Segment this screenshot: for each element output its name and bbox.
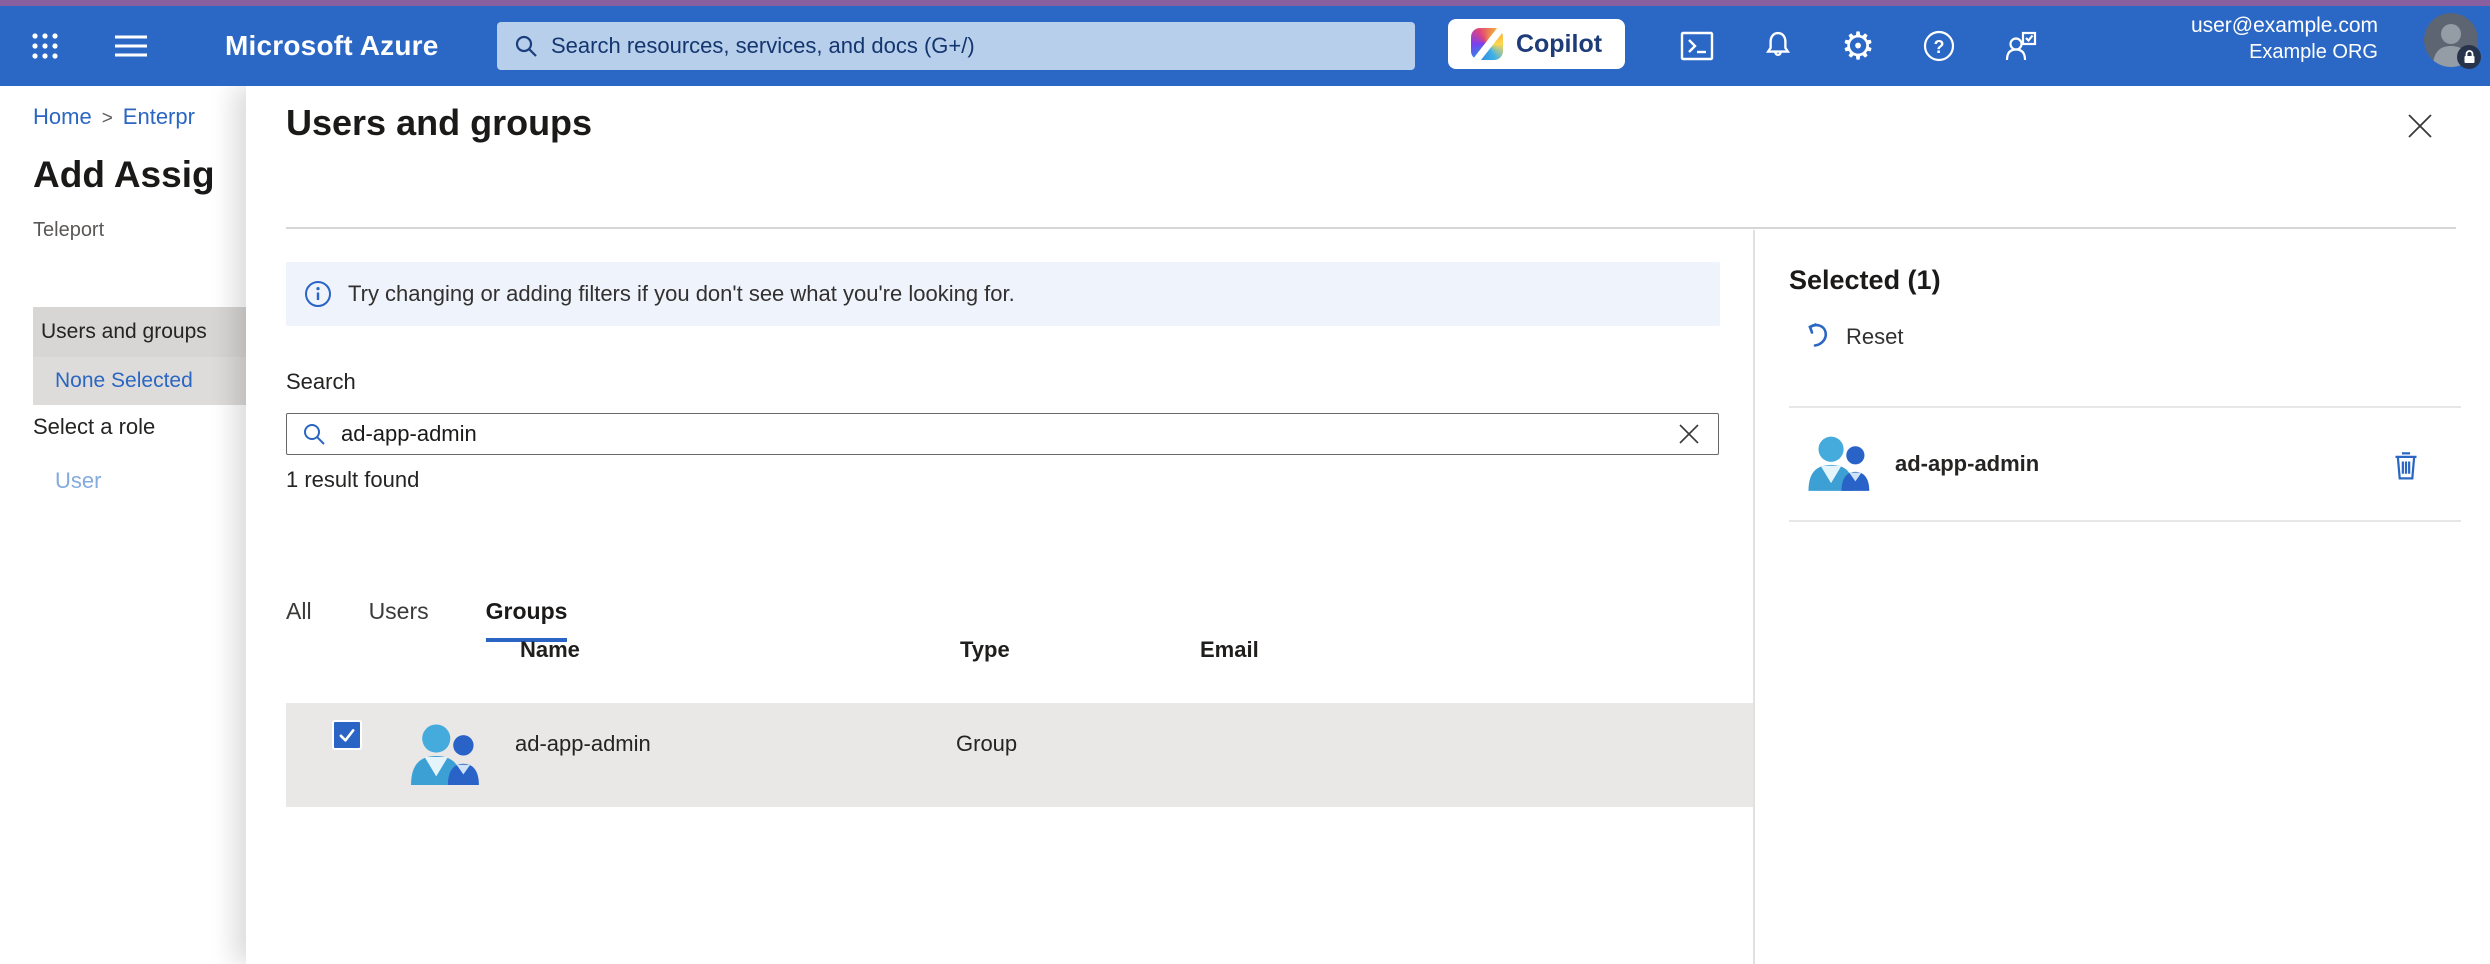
info-banner: Try changing or adding filters if you do… xyxy=(286,262,1720,326)
lock-icon xyxy=(2457,45,2481,69)
result-count: 1 result found xyxy=(286,467,419,493)
users-groups-selected-link[interactable]: None Selected xyxy=(33,357,246,405)
column-header-type: Type xyxy=(960,637,1010,663)
row-name: ad-app-admin xyxy=(515,731,651,757)
column-header-email: Email xyxy=(1200,637,1259,663)
chevron-right-icon: > xyxy=(102,108,113,129)
divider xyxy=(1789,520,2461,522)
reset-button[interactable]: Reset xyxy=(1803,322,1903,352)
trash-icon[interactable] xyxy=(2389,446,2423,484)
users-groups-section: Users and groups None Selected xyxy=(33,307,246,405)
feedback-icon[interactable] xyxy=(1998,23,2044,69)
page-title: Add Assig xyxy=(33,154,245,196)
search-label: Search xyxy=(286,369,356,395)
column-header-name: Name xyxy=(520,637,580,663)
settings-icon[interactable]: ⚙ xyxy=(1835,23,1881,69)
info-message: Try changing or adding filters if you do… xyxy=(348,281,1015,307)
global-search[interactable] xyxy=(497,22,1415,70)
reset-label: Reset xyxy=(1846,324,1903,350)
divider xyxy=(1753,230,1755,964)
copilot-label: Copilot xyxy=(1516,30,1602,59)
users-groups-label: Users and groups xyxy=(33,307,246,357)
tab-all[interactable]: All xyxy=(286,598,312,642)
svg-text:?: ? xyxy=(1934,37,1945,57)
copilot-button[interactable]: Copilot xyxy=(1448,19,1625,69)
info-icon xyxy=(304,280,332,308)
waffle-icon[interactable] xyxy=(22,23,68,69)
tab-users[interactable]: Users xyxy=(369,598,429,642)
clear-icon[interactable] xyxy=(1674,419,1704,449)
avatar[interactable] xyxy=(2424,13,2478,67)
selected-count-title: Selected (1) xyxy=(1789,265,1941,296)
group-icon xyxy=(407,723,481,787)
copilot-icon xyxy=(1471,28,1503,60)
panel-search-field[interactable] xyxy=(286,413,1719,455)
close-icon[interactable] xyxy=(2400,106,2440,146)
selected-item-name: ad-app-admin xyxy=(1895,451,2039,477)
account-info[interactable]: user@example.com Example ORG xyxy=(2191,12,2378,66)
selected-item: ad-app-admin xyxy=(1789,408,2461,520)
user-email: user@example.com xyxy=(2191,12,2378,39)
breadcrumb-home-link[interactable]: Home xyxy=(33,104,92,129)
hamburger-icon[interactable] xyxy=(108,23,154,69)
panel-title: Users and groups xyxy=(286,102,592,144)
breadcrumb: Home > Enterpr xyxy=(33,104,245,130)
background-page: Home > Enterpr Add Assig Teleport Users an… xyxy=(0,86,246,964)
divider xyxy=(286,227,2456,229)
group-icon xyxy=(1805,435,1871,493)
tab-groups[interactable]: Groups xyxy=(486,598,568,642)
select-role-label: Select a role xyxy=(33,414,155,440)
search-icon xyxy=(513,33,539,59)
help-icon[interactable]: ? xyxy=(1916,23,1962,69)
cloud-shell-icon[interactable] xyxy=(1674,23,1720,69)
tabs: All Users Groups xyxy=(286,598,567,642)
user-org: Example ORG xyxy=(2191,39,2378,66)
role-user-link[interactable]: User xyxy=(55,468,101,494)
row-type: Group xyxy=(956,731,1017,757)
users-and-groups-panel: Users and groups Try changing or adding … xyxy=(246,86,2490,964)
brand-title[interactable]: Microsoft Azure xyxy=(225,30,439,62)
azure-topbar: Microsoft Azure Copilot ⚙ ? xyxy=(0,6,2490,86)
search-icon xyxy=(301,421,327,447)
row-checkbox-checked[interactable] xyxy=(332,720,362,750)
notifications-icon[interactable] xyxy=(1755,23,1801,69)
panel-search-input[interactable] xyxy=(341,421,1660,447)
breadcrumb-current-link[interactable]: Enterpr xyxy=(123,104,195,129)
global-search-input[interactable] xyxy=(551,33,1399,59)
page-subtitle: Teleport xyxy=(33,219,104,242)
table-row[interactable]: ad-app-admin Group xyxy=(286,703,1753,807)
undo-icon xyxy=(1803,322,1831,352)
